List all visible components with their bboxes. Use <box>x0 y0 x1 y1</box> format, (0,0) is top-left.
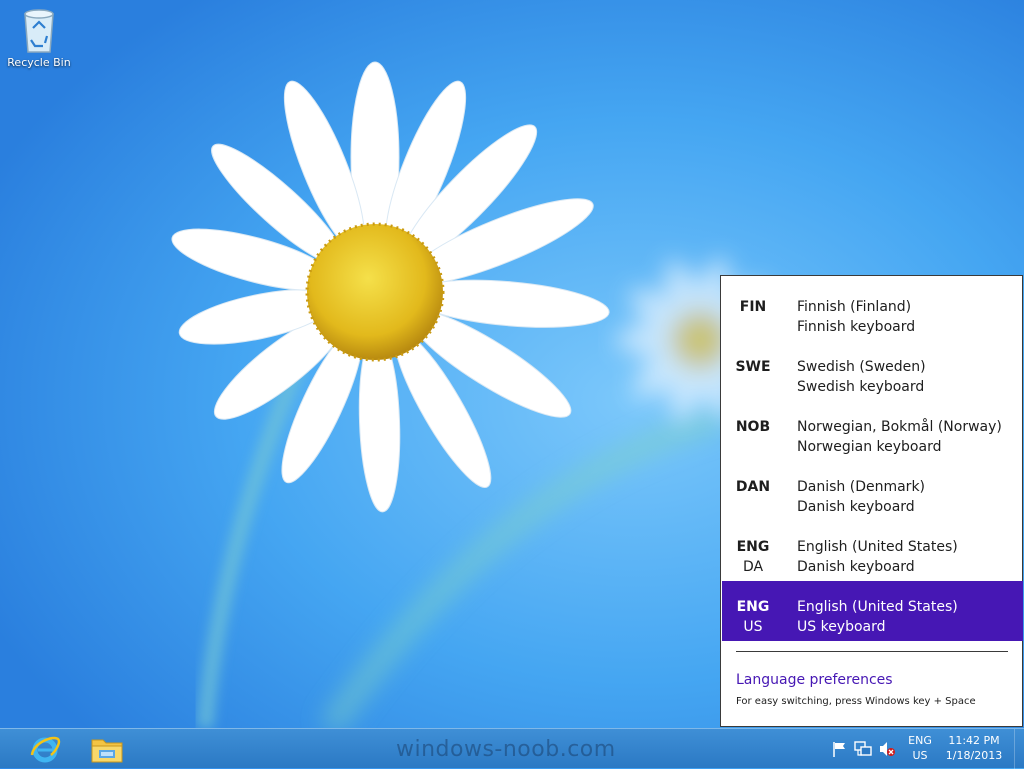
language-item-eng-da[interactable]: ENG DA English (United States) Danish keybo… <box>722 521 1023 581</box>
taskbar-app-file-explorer[interactable] <box>80 730 134 768</box>
language-description: English (United States) US keyboard <box>797 597 958 637</box>
language-code-main: SWE <box>735 359 771 375</box>
language-name: Swedish (Sweden) <box>797 359 926 375</box>
input-language-indicator[interactable]: ENG US <box>902 733 938 763</box>
keyboard-layout-name: Swedish keyboard <box>797 379 925 395</box>
language-name: English (United States) <box>797 599 958 615</box>
language-description: Norwegian, Bokmål (Norway) Norwegian keyb… <box>797 417 1002 457</box>
tray-keyboard-code: US <box>912 749 928 762</box>
language-code-main: ENG <box>736 599 770 615</box>
language-code: SWE <box>730 357 776 377</box>
keyboard-layout-name: US keyboard <box>797 619 886 635</box>
switching-hint: For easy switching, press Windows key + … <box>736 696 976 707</box>
language-description: Finnish (Finland) Finnish keyboard <box>797 297 915 337</box>
language-preferences-link[interactable]: Language preferences <box>736 672 893 688</box>
language-code: DAN <box>730 477 776 497</box>
clock-time: 11:42 PM <box>948 734 1000 747</box>
taskbar-app-internet-explorer[interactable] <box>18 730 72 768</box>
language-code: FIN <box>730 297 776 317</box>
recycle-bin-desktop-icon[interactable]: Recycle Bin <box>6 6 72 69</box>
clock-date: 1/18/2013 <box>945 749 1003 762</box>
taskbar: windows-noob.com ENG US 11:42 PM 1/18/20… <box>0 728 1024 769</box>
language-item-eng-us[interactable]: ENG US English (United States) US keyboard <box>722 581 1023 641</box>
volume-muted-icon[interactable] <box>877 739 897 759</box>
watermark-text: windows-noob.com <box>396 737 616 762</box>
tray-language-code: ENG <box>908 734 932 747</box>
language-item-nob[interactable]: NOB Norwegian, Bokmål (Norway) Norwegian k… <box>722 401 1023 461</box>
language-code-main: DAN <box>735 479 771 495</box>
keyboard-layout-name: Norwegian keyboard <box>797 439 942 455</box>
language-code-main: NOB <box>735 419 771 435</box>
language-item-fin[interactable]: FIN Finnish (Finland) Finnish keyboard <box>722 281 1023 341</box>
language-item-swe[interactable]: SWE Swedish (Sweden) Swedish keyboard <box>722 341 1023 401</box>
flyout-divider <box>736 651 1008 652</box>
language-code-main: FIN <box>739 299 767 315</box>
action-center-flag-icon[interactable] <box>829 739 849 759</box>
recycle-bin-icon <box>24 9 54 53</box>
language-name: Finnish (Finland) <box>797 299 912 315</box>
language-name: English (United States) <box>797 539 958 555</box>
recycle-bin-label: Recycle Bin <box>7 56 71 69</box>
internet-explorer-icon <box>30 736 61 763</box>
network-icon[interactable] <box>853 739 873 759</box>
keyboard-layout-name: Danish keyboard <box>797 499 915 515</box>
file-explorer-icon <box>91 739 123 763</box>
language-description: Swedish (Sweden) Swedish keyboard <box>797 357 926 397</box>
input-language-flyout: FIN Finnish (Finland) Finnish keyboard SWE S… <box>720 275 1023 727</box>
show-desktop-button[interactable] <box>1014 729 1024 769</box>
language-item-dan[interactable]: DAN Danish (Denmark) Danish keyboard <box>722 461 1023 521</box>
language-description: Danish (Denmark) Danish keyboard <box>797 477 925 517</box>
keyboard-code-sub: US <box>743 619 763 635</box>
language-name: Danish (Denmark) <box>797 479 926 495</box>
language-code-main: ENG <box>736 539 770 555</box>
keyboard-code-sub: DA <box>742 559 764 575</box>
language-name: Norwegian, Bokmål (Norway) <box>797 419 1002 435</box>
language-code: ENG DA <box>730 537 776 577</box>
system-clock[interactable]: 11:42 PM 1/18/2013 <box>942 733 1006 763</box>
language-code: ENG US <box>730 597 776 637</box>
language-description: English (United States) Danish keyboard <box>797 537 958 577</box>
keyboard-layout-name: Danish keyboard <box>797 559 915 575</box>
language-code: NOB <box>730 417 776 437</box>
keyboard-layout-name: Finnish keyboard <box>797 319 916 335</box>
